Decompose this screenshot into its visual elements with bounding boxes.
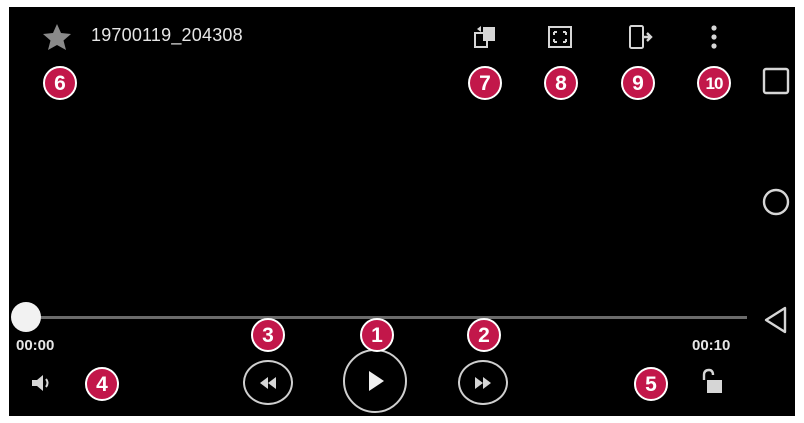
- callout-9: 9: [621, 66, 655, 100]
- more-options-icon[interactable]: [698, 21, 730, 53]
- star-icon[interactable]: [42, 23, 72, 51]
- seekbar[interactable]: [25, 316, 747, 319]
- callout-5: 5: [634, 367, 668, 401]
- back-icon[interactable]: [759, 303, 793, 337]
- callout-2: 2: [467, 318, 501, 352]
- callout-6: 6: [43, 66, 77, 100]
- screen-share-icon[interactable]: [623, 21, 655, 53]
- fast-forward-button[interactable]: [458, 360, 508, 405]
- rewind-button[interactable]: [243, 360, 293, 405]
- capture-icon[interactable]: [469, 21, 501, 53]
- screen-ratio-icon[interactable]: [544, 21, 576, 53]
- unlock-icon[interactable]: [698, 367, 726, 397]
- total-time: 00:10: [692, 337, 731, 354]
- callout-8: 8: [544, 66, 578, 100]
- play-icon: [364, 369, 386, 393]
- callout-3: 3: [251, 318, 285, 352]
- volume-icon[interactable]: [29, 371, 53, 395]
- callout-1: 1: [360, 318, 394, 352]
- callout-4: 4: [85, 367, 119, 401]
- callout-10: 10: [697, 66, 731, 100]
- fast-forward-icon: [473, 376, 493, 390]
- video-title: 19700119_204308: [91, 25, 243, 45]
- seekbar-thumb[interactable]: [11, 302, 41, 332]
- callout-7: 7: [468, 66, 502, 100]
- recents-icon[interactable]: [759, 64, 793, 98]
- current-time: 00:00: [16, 337, 55, 354]
- rewind-icon: [258, 376, 278, 390]
- video-player-screen: 19700119_204308 00:00 00:10 1 2 3 4 5 6 …: [9, 7, 795, 416]
- play-button[interactable]: [343, 349, 407, 413]
- home-icon[interactable]: [759, 185, 793, 219]
